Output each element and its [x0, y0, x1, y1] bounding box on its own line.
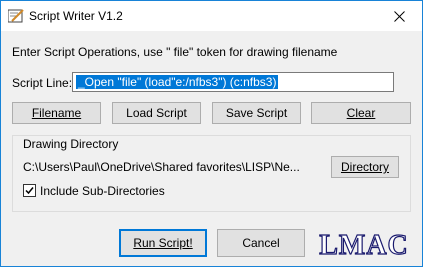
- clear-button-label: Clear: [346, 106, 376, 120]
- directory-path: C:\Users\Paul\OneDrive\Shared favorites\…: [23, 160, 300, 174]
- close-icon: [393, 10, 405, 22]
- script-writer-dialog: Script Writer V1.2 Enter Script Operatio…: [0, 0, 423, 267]
- include-subdirs-label[interactable]: Include Sub-Directories: [40, 184, 165, 198]
- run-script-button-label: Run Script!: [133, 236, 193, 250]
- filename-button-label: Filename: [31, 106, 82, 120]
- include-subdirs-checkbox[interactable]: [23, 184, 36, 197]
- clear-button[interactable]: Clear: [311, 102, 411, 124]
- cancel-button-label: Cancel: [242, 236, 280, 250]
- save-script-button-label: Save Script: [225, 106, 288, 120]
- save-script-button[interactable]: Save Script: [212, 102, 301, 124]
- checkmark-icon: [25, 187, 34, 195]
- lmac-logo-text: LMAC: [319, 230, 409, 259]
- drawing-directory-title: Drawing Directory: [21, 137, 121, 151]
- run-script-button[interactable]: Run Script!: [119, 229, 207, 257]
- load-script-button-label: Load Script: [126, 106, 187, 120]
- script-line-input[interactable]: _Open "file" (load"e:/nfbs3") (c:nfbs3): [72, 72, 394, 92]
- close-button[interactable]: [376, 1, 422, 31]
- load-script-button[interactable]: Load Script: [112, 102, 201, 124]
- filename-button[interactable]: Filename: [12, 102, 101, 124]
- script-line-label: Script Line:: [12, 76, 73, 90]
- window-title: Script Writer V1.2: [29, 9, 123, 23]
- directory-button[interactable]: Directory: [331, 156, 399, 178]
- lmac-logo: LMAC: [319, 229, 409, 259]
- cancel-button[interactable]: Cancel: [217, 229, 305, 257]
- title-bar[interactable]: Script Writer V1.2: [1, 1, 422, 31]
- directory-button-label: Directory: [340, 160, 389, 174]
- instructions-text: Enter Script Operations, use " file" tok…: [12, 45, 338, 59]
- pencil-icon: [8, 9, 24, 23]
- script-line-value: _Open "file" (load"e:/nfbs3") (c:nfbs3): [76, 75, 279, 89]
